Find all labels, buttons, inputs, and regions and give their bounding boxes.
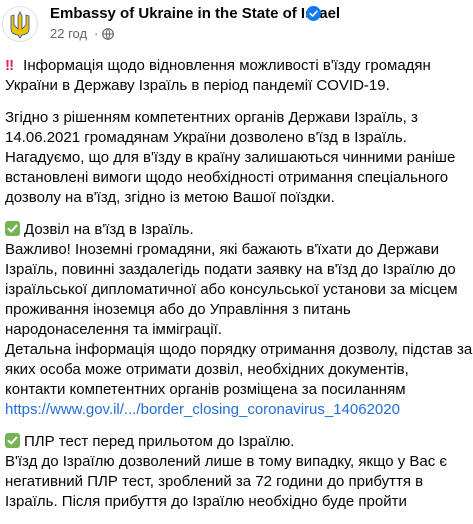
text-line: яких особа може отримати дозвіл, необхід…: [5, 361, 409, 378]
text-line: негативний ПЛР тест, зроблений за 72 год…: [5, 473, 424, 490]
text-line: ПЛР тест перед прильотом до Ізраїлю.: [5, 432, 469, 452]
text-line: Ізраїль. Після прибуття до Ізраїлю необх…: [5, 493, 407, 510]
text-line: України в Державу Ізраїль в період панде…: [5, 77, 390, 94]
check-mark-icon: [5, 221, 20, 236]
globe-icon[interactable]: [102, 28, 114, 40]
paragraph-decision: Згідно з рішенням компетентних органів Д…: [5, 108, 469, 208]
page-avatar[interactable]: [2, 6, 38, 42]
text-line: В'їзд до Ізраїлю дозволений лише в тому …: [5, 453, 448, 470]
text-line: Детальна інформація щодо порядку отриман…: [5, 341, 473, 358]
text-line: контакти компетентних органів розміщена …: [5, 381, 406, 398]
text-line: Ізраїль, повинні заздалегідь подати заяв…: [5, 261, 456, 278]
post-timestamp[interactable]: 22 год: [50, 25, 87, 43]
gov-il-link[interactable]: https://www.gov.il/.../border_closing_co…: [5, 400, 469, 420]
paragraph-covid-info: ‼ Інформація щодо відновлення можливості…: [5, 56, 469, 96]
text-line: Згідно з рішенням компетентних органів Д…: [5, 109, 418, 126]
text-line: 14.06.2021 громадянам України дозволено …: [5, 129, 407, 146]
text-line: Дозвіл на в'їзд в Ізраїль.: [5, 220, 469, 240]
page-name-link[interactable]: Embassy of Ukraine in the State of Israe…: [50, 5, 340, 23]
text-line: встановлені вимоги щодо необхідності отр…: [5, 169, 449, 186]
text-line: ізраїльської дипломатичної або консульсь…: [5, 281, 458, 298]
paragraph-permit: Дозвіл на в'їзд в Ізраїль. Важливо! Іноз…: [5, 220, 473, 420]
text-line: народонаселення та імміграції.: [5, 321, 222, 338]
check-mark-icon: [5, 433, 20, 448]
paragraph-pcr-test: ПЛР тест перед прильотом до Ізраїлю. В'ї…: [5, 432, 469, 512]
text-line: проживання іноземця або до Управління з …: [5, 301, 351, 318]
ukraine-trident-logo: [10, 11, 30, 39]
text-line: Важливо! Іноземні громадяни, які бажають…: [5, 241, 439, 258]
text-line: Нагадуємо, що для в'їзду в країну залиша…: [5, 149, 456, 166]
meta-separator: ·: [94, 26, 99, 41]
verified-badge-icon: [306, 6, 321, 21]
post-body: ‼ Інформація щодо відновлення можливості…: [5, 56, 473, 524]
text-line: ‼ Інформація щодо відновлення можливості…: [5, 57, 431, 74]
text-line: дозволу на в'їзд, згідно із метою Вашої …: [5, 189, 335, 206]
double-exclamation-icon: ‼: [5, 57, 14, 74]
post-header: Embassy of Ukraine in the State of Israe…: [0, 0, 473, 48]
